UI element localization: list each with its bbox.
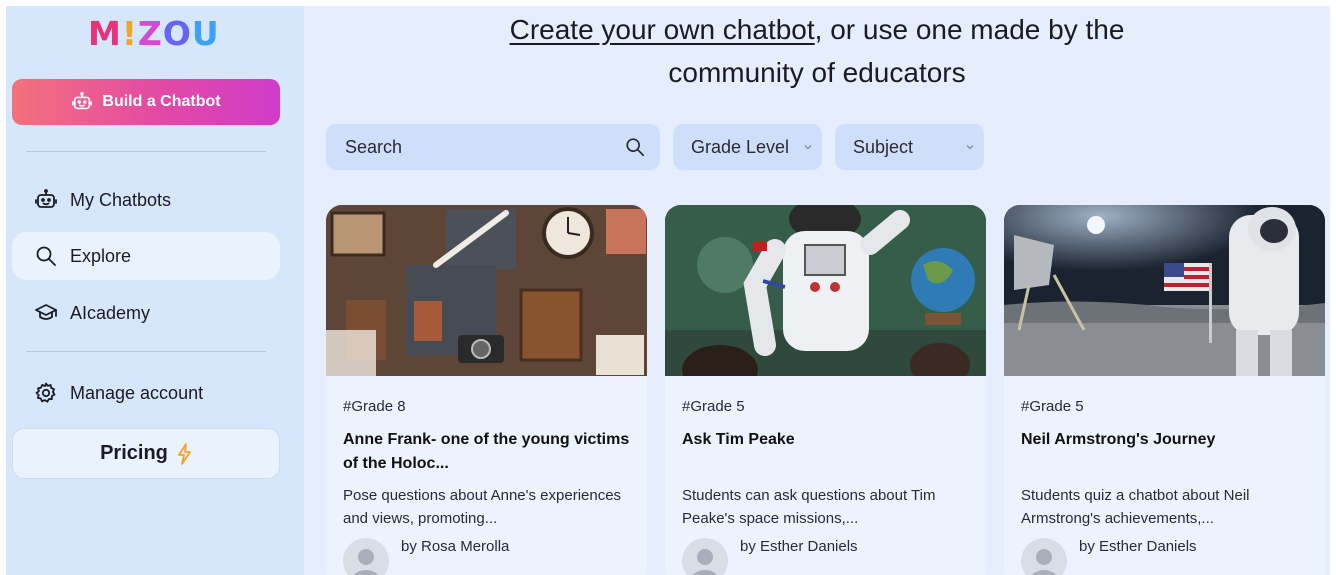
build-chatbot-button[interactable]: Build a Chatbot — [12, 79, 280, 125]
sidebar-item-label: AIcademy — [70, 302, 151, 323]
card-description: Students quiz a chatbot about Neil Armst… — [1021, 487, 1250, 527]
subject-value: Subject — [853, 136, 914, 157]
card-image-neil-armstrong — [1004, 205, 1325, 376]
card-grade: #Grade 8 — [343, 398, 406, 415]
card-title: Anne Frank- one of the young victims of … — [343, 431, 630, 472]
search-input[interactable]: Search — [326, 124, 660, 170]
robot-icon — [72, 92, 93, 110]
pricing-label: Pricing — [100, 442, 168, 464]
sidebar-item-aicademy[interactable]: AIcademy — [12, 289, 280, 337]
mizou-logo[interactable]: M!ZOU — [88, 12, 220, 56]
author-name: by Rosa Merolla — [401, 538, 510, 555]
sidebar-item-label: Explore — [70, 245, 132, 266]
card-image-tim-peake — [665, 205, 986, 376]
avatar — [343, 538, 389, 575]
author-name: by Esther Daniels — [1079, 538, 1197, 555]
lightning-icon — [177, 442, 191, 465]
sidebar-divider — [26, 151, 266, 152]
chatbot-card[interactable]: #Grade 5 Neil Armstrong's Journey Studen… — [1004, 205, 1325, 575]
sidebar-divider — [26, 351, 266, 352]
page-title: Create your own chatbot, or use one made… — [304, 8, 1330, 94]
build-chatbot-label: Build a Chatbot — [102, 93, 221, 110]
card-image-anne-frank — [326, 205, 647, 376]
chevron-down-icon — [804, 145, 812, 150]
author-name: by Esther Daniels — [740, 538, 858, 555]
robot-icon — [35, 189, 57, 208]
sidebar: M!ZOU Build a Chatbot My Chatbots Explor… — [6, 6, 304, 575]
gear-icon — [35, 382, 56, 403]
search-placeholder: Search — [345, 136, 403, 157]
avatar — [1021, 538, 1067, 575]
grade-level-select[interactable]: Grade Level — [673, 124, 822, 170]
card-author: by Esther Daniels — [1021, 538, 1308, 575]
subject-select[interactable]: Subject — [835, 124, 984, 170]
chevron-down-icon — [966, 145, 974, 150]
main-content: Create your own chatbot, or use one made… — [304, 6, 1330, 575]
avatar — [682, 538, 728, 575]
chatbot-card[interactable]: #Grade 8 Anne Frank- one of the young vi… — [326, 205, 647, 575]
search-icon[interactable] — [624, 136, 646, 158]
sidebar-item-manage-account[interactable]: Manage account — [12, 369, 280, 417]
card-grade: #Grade 5 — [682, 398, 745, 415]
card-title: Neil Armstrong's Journey — [1021, 431, 1216, 448]
graduation-cap-icon — [35, 304, 57, 320]
card-author: by Rosa Merolla — [343, 538, 630, 575]
pricing-button[interactable]: Pricing — [12, 428, 280, 479]
card-author: by Esther Daniels — [682, 538, 969, 575]
card-grade: #Grade 5 — [1021, 398, 1084, 415]
sidebar-item-explore[interactable]: Explore — [12, 232, 280, 280]
card-description: Pose questions about Anne's experiences … — [343, 487, 622, 527]
chatbot-card[interactable]: #Grade 5 Ask Tim Peake Students can ask … — [665, 205, 986, 575]
sidebar-item-label: My Chatbots — [70, 189, 172, 210]
grade-level-value: Grade Level — [691, 136, 790, 157]
sidebar-item-label: Manage account — [70, 382, 204, 403]
search-icon — [36, 246, 56, 266]
sidebar-item-my-chatbots[interactable]: My Chatbots — [12, 176, 280, 224]
create-chatbot-link[interactable]: Create your own chatbot — [510, 14, 815, 45]
card-description: Students can ask questions about Tim Pea… — [682, 487, 936, 527]
card-title: Ask Tim Peake — [682, 431, 795, 448]
